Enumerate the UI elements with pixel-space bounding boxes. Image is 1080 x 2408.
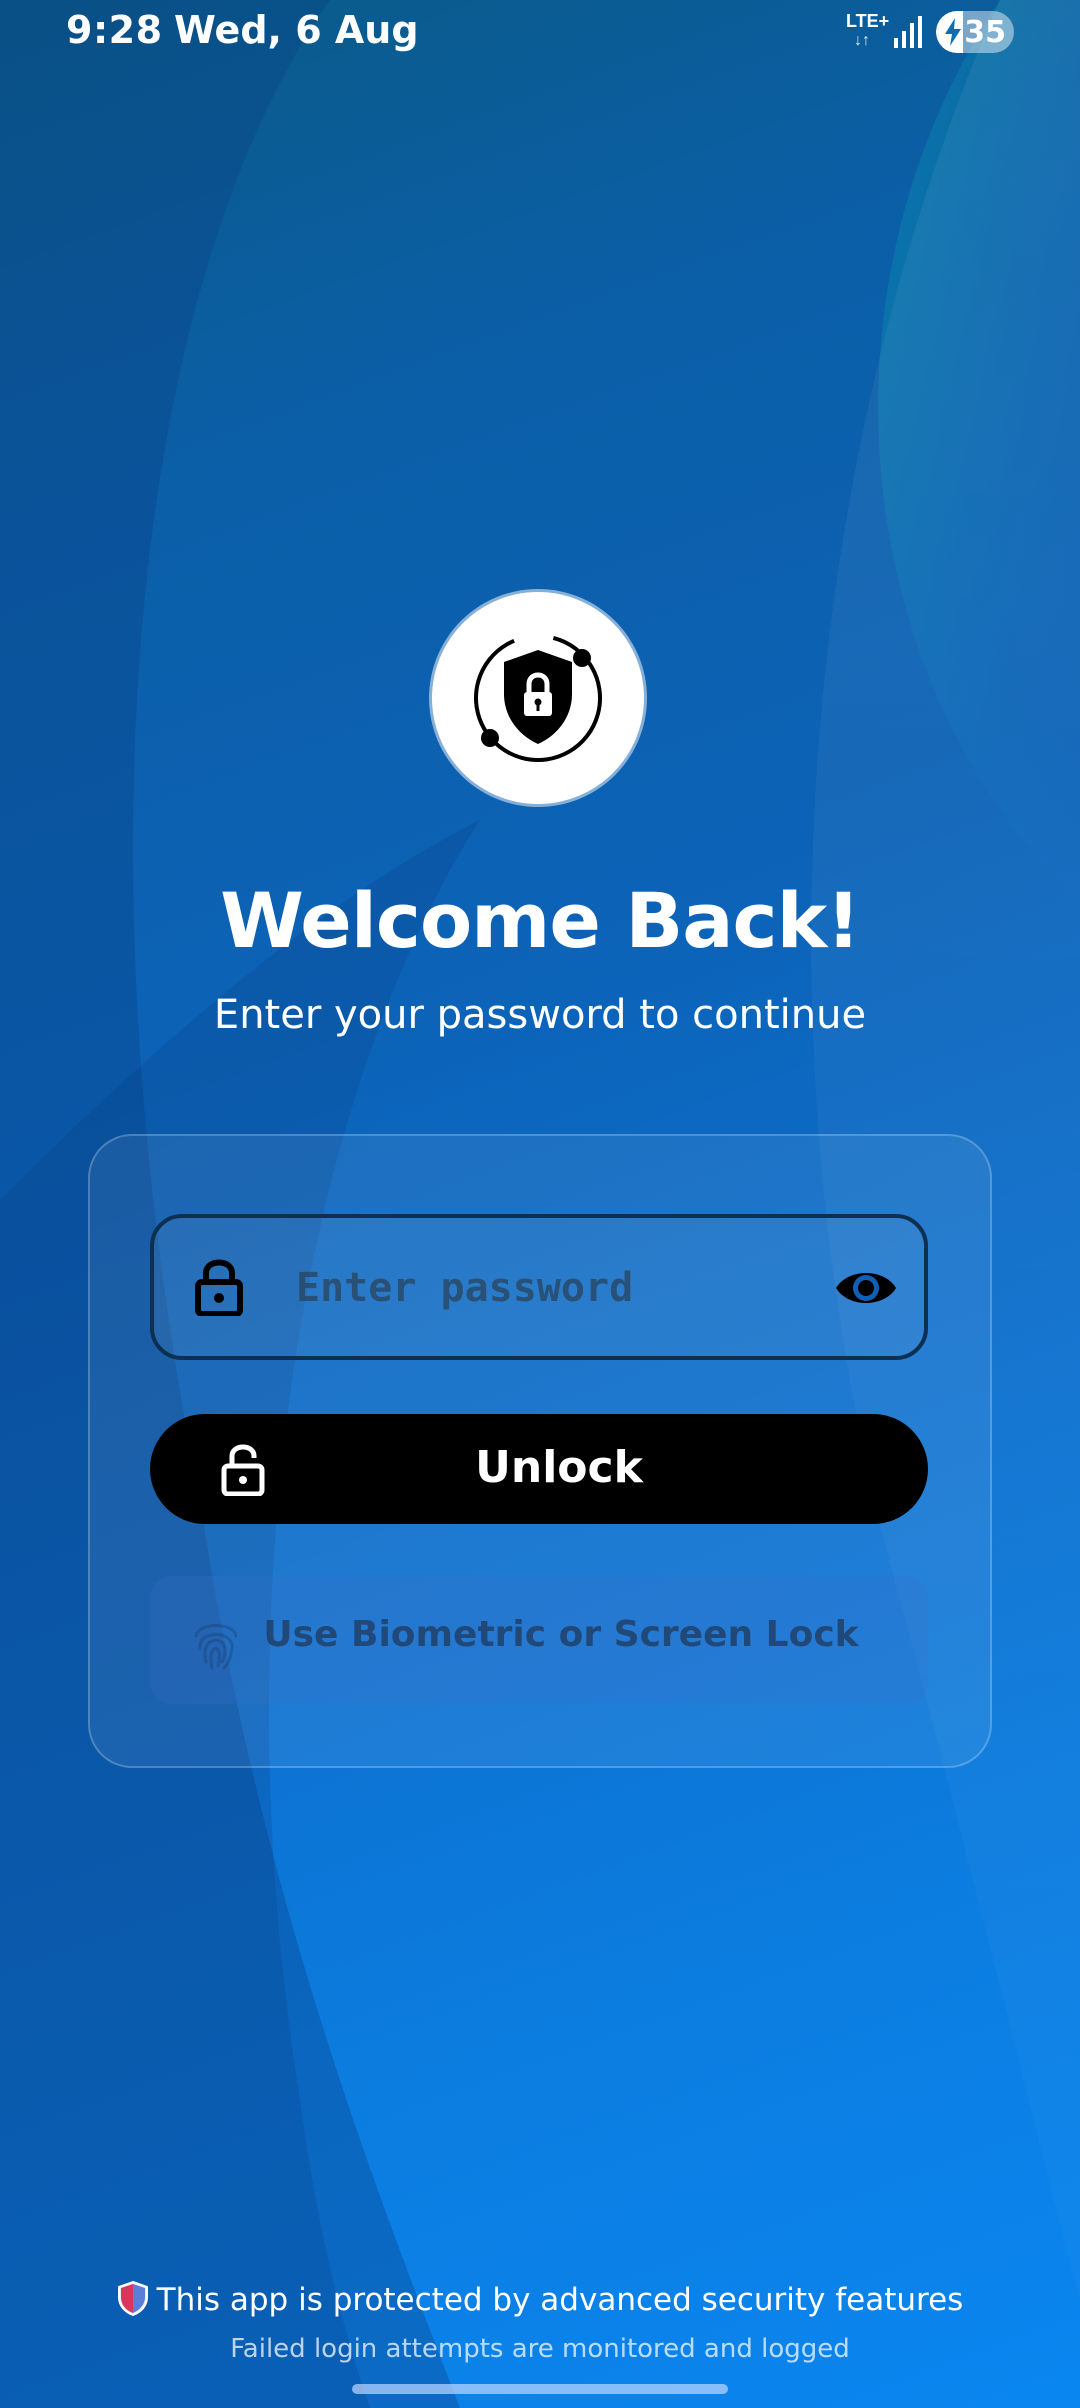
- page-subtitle: Enter your password to continue: [213, 992, 867, 1038]
- app-logo: [432, 592, 644, 804]
- charging-bolt-icon: [945, 18, 961, 46]
- security-shield-icon: [117, 2280, 148, 2316]
- page-title: Welcome Back!: [220, 876, 861, 965]
- signal-strength-icon: [894, 16, 922, 48]
- password-field[interactable]: [150, 1214, 928, 1360]
- status-bar: 9:28 Wed, 6 Aug LTE+ ↓↑ 35: [0, 0, 1080, 64]
- status-time: 9:28: [66, 8, 163, 52]
- lock-icon: [195, 1259, 243, 1316]
- unlock-button-label: Unlock: [475, 1442, 643, 1493]
- unlock-button[interactable]: Unlock: [150, 1414, 928, 1524]
- data-activity-icon: ↓↑: [854, 32, 870, 49]
- security-note: This app is protected by advanced securi…: [0, 2280, 1080, 2318]
- show-password-eye-icon[interactable]: [834, 1262, 898, 1314]
- biometric-button-label: Use Biometric or Screen Lock: [263, 1614, 859, 1655]
- password-input[interactable]: [294, 1252, 818, 1324]
- shield-lock-icon: [474, 634, 602, 762]
- battery-level: 35: [964, 15, 1006, 50]
- status-date: Wed, 6 Aug: [174, 8, 419, 52]
- security-note-text: This app is protected by advanced securi…: [156, 2282, 964, 2318]
- network-type: LTE+: [846, 11, 890, 31]
- monitor-note: Failed login attempts are monitored and …: [230, 2334, 850, 2364]
- biometric-unlock-button[interactable]: Use Biometric or Screen Lock: [150, 1576, 928, 1704]
- battery-indicator: 35: [936, 11, 1014, 53]
- home-indicator[interactable]: [352, 2384, 728, 2394]
